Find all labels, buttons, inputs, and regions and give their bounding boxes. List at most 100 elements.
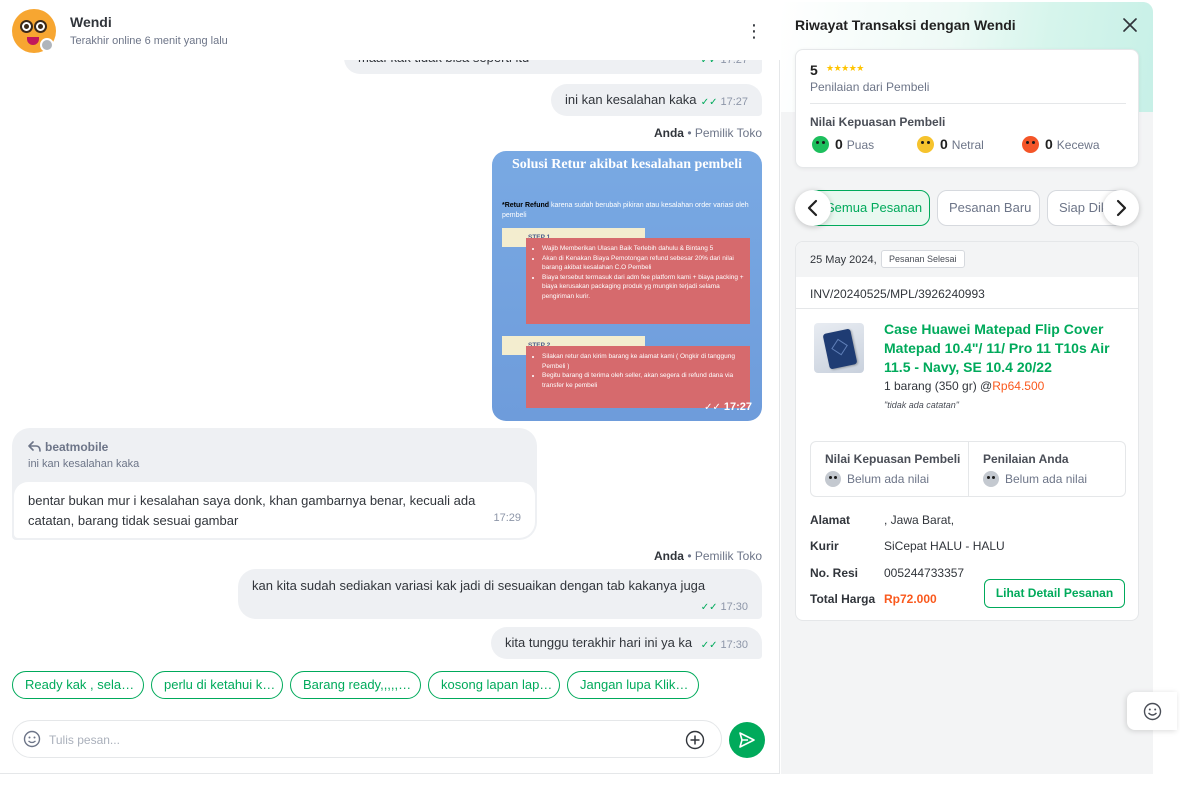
divider: [796, 308, 1138, 309]
sender-label: Anda • Pemilik Toko: [654, 549, 762, 563]
image-message[interactable]: Solusi Retur akibat kesalahan pembeli *R…: [492, 151, 762, 421]
order-date: 25 May 2024,: [810, 254, 877, 266]
happy-face-icon: [812, 136, 829, 153]
message-text: bentar bukan mur i kesalahan saya donk, …: [28, 493, 476, 528]
smiley-icon: [1143, 702, 1162, 721]
message-bubble: ini kan kesalahan kaka ✓✓ 17:27: [551, 84, 762, 116]
panel-title: Riwayat Transaksi dengan Wendi: [795, 17, 1016, 33]
message-time: 17:30: [720, 639, 748, 651]
empty-rating-icon: [983, 471, 999, 487]
offline-status-dot: [40, 38, 54, 52]
address-value: , Jawa Barat,: [884, 513, 955, 527]
order-card: 25 May 2024, Pesanan Selesai INV/2024052…: [795, 241, 1139, 621]
order-status-badge: Pesanan Selesai: [881, 250, 965, 268]
sender-label: Anda • Pemilik Toko: [654, 126, 762, 140]
step2-item: Silakan retur dan kirim barang ke alamat…: [542, 352, 744, 371]
send-button[interactable]: [729, 722, 765, 758]
attach-plus-icon[interactable]: [685, 730, 705, 750]
step1-item: Biaya tersebut termasuk dari adm fee pla…: [542, 273, 744, 302]
read-tick-icon: ✓✓: [704, 402, 721, 413]
satisfaction-kecewa: 0 Kecewa: [1022, 135, 1100, 153]
message-bubble: kita tunggu terakhir hari ini ya ka ✓✓ 17…: [491, 627, 762, 659]
image-intro: *Retur Refund karena sudah berubah pikir…: [502, 201, 752, 221]
quoted-name: beatmobile: [45, 440, 109, 454]
avatar-eye: [34, 20, 47, 33]
contact-name[interactable]: Wendi: [70, 14, 112, 30]
quoted-message[interactable]: beatmobile ini kan kesalahan kaka: [28, 440, 139, 470]
step1-item: Wajib Memberikan Ulasan Baik Terlebih da…: [542, 244, 744, 254]
avatar-mouth: [27, 37, 39, 45]
image-intro-bold: *Retur Refund: [502, 202, 550, 209]
sender-role: • Pemilik Toko: [687, 126, 762, 140]
rating-label: Penilaian dari Pembeli: [810, 80, 930, 94]
contact-status: Terakhir online 6 menit yang lalu: [70, 35, 228, 47]
product-thumbnail[interactable]: [814, 323, 864, 373]
invoice-number[interactable]: INV/20240525/MPL/3926240993: [810, 287, 985, 301]
tabs-next-button[interactable]: [1103, 190, 1139, 226]
unit-price: Rp64.500: [992, 379, 1045, 393]
image-time: 17:27: [723, 401, 752, 413]
message-time: 17:29: [493, 512, 521, 524]
tab-pesanan-baru[interactable]: Pesanan Baru: [937, 190, 1040, 226]
close-icon[interactable]: [1121, 16, 1139, 34]
message-text: kan kita sudah sediakan variasi kak jadi…: [252, 578, 706, 593]
seller-rating: Penilaian Anda Belum ada nilai: [968, 442, 1126, 496]
seller-rating-text: Belum ada nilai: [1005, 472, 1088, 486]
chat-pane: maaf kak tidak bisa seperti itu ✓✓17:27 …: [0, 0, 780, 774]
address-label: Alamat: [810, 513, 851, 527]
message-text: ini kan kesalahan kaka: [565, 92, 697, 107]
chevron-right-icon: [1116, 199, 1127, 217]
sad-face-icon: [1022, 136, 1039, 153]
message-time: 17:27: [720, 96, 748, 108]
read-tick-icon: ✓✓: [700, 640, 718, 651]
qty-text: 1 barang (350 gr) @: [884, 379, 993, 393]
sender-role: • Pemilik Toko: [687, 549, 762, 563]
message-bubble: kan kita sudah sediakan variasi kak jadi…: [238, 569, 762, 619]
order-filter-tabs: Semua Pesanan Pesanan Baru Siap Dikirim: [795, 190, 1139, 226]
quoted-sender: beatmobile: [28, 440, 139, 454]
courier-label: Kurir: [810, 539, 839, 553]
star-rating-icon: ★★★★★: [826, 63, 864, 73]
rating-score: 5: [810, 62, 818, 78]
message-list[interactable]: maaf kak tidak bisa seperti itu ✓✓17:27 …: [0, 0, 780, 665]
sender-name: Anda: [653, 126, 684, 140]
buyer-satisfaction-value: Belum ada nilai: [825, 471, 969, 487]
incoming-reply-bubble: beatmobile ini kan kesalahan kaka bentar…: [12, 428, 537, 540]
message-composer: [12, 720, 722, 758]
step1-box: Wajib Memberikan Ulasan Baik Terlebih da…: [526, 238, 750, 324]
chevron-left-icon: [807, 199, 818, 217]
message-time: 17:30: [720, 601, 748, 613]
chat-header: Wendi Terakhir online 6 menit yang lalu …: [0, 0, 780, 60]
app-root: maaf kak tidak bisa seperti itu ✓✓17:27 …: [0, 0, 1180, 786]
message-time: ✓✓ 17:27: [704, 401, 752, 413]
seller-rating-value: Belum ada nilai: [983, 471, 1126, 487]
floating-emoji-button[interactable]: [1127, 692, 1177, 730]
review-summary: Nilai Kepuasan Pembeli Belum ada nilai P…: [810, 441, 1126, 497]
avatar-eye: [20, 20, 33, 33]
product-image-tablet: [822, 328, 858, 370]
neutral-face-icon: [917, 136, 934, 153]
buyer-satisfaction: Nilai Kepuasan Pembeli Belum ada nilai: [811, 442, 969, 496]
product-name[interactable]: Case Huawei Matepad Flip Cover Matepad 1…: [884, 320, 1134, 377]
buyer-satisfaction-title: Nilai Kepuasan Pembeli: [825, 452, 961, 466]
netral-label: Netral: [951, 138, 984, 152]
satisfaction-title: Nilai Kepuasan Pembeli: [810, 115, 946, 129]
send-icon: [739, 732, 755, 748]
tabs-prev-button[interactable]: [795, 190, 831, 226]
more-menu-icon[interactable]: ⋮: [744, 20, 764, 42]
satisfaction-puas: 0 Puas: [812, 135, 874, 153]
awb-value: 005244733357: [884, 566, 965, 580]
divider: [810, 103, 1126, 104]
message-input[interactable]: [49, 730, 669, 750]
quick-reply-chip[interactable]: Ready kak , sela…: [12, 671, 144, 699]
sticker-icon[interactable]: [23, 730, 41, 748]
quick-reply-chip[interactable]: Barang ready,,,,,…: [290, 671, 421, 699]
quick-reply-chip[interactable]: Jangan lupa Klik…: [567, 671, 699, 699]
sender-name: Anda: [653, 549, 684, 563]
quick-reply-chip[interactable]: perlu di ketahui k…: [151, 671, 283, 699]
puas-count: 0: [835, 136, 843, 152]
quick-reply-chip[interactable]: kosong lapan lap…: [428, 671, 560, 699]
buyer-rating-card: 5 ★★★★★ Penilaian dari Pembeli Nilai Kep…: [795, 49, 1139, 168]
step2-box: Silakan retur dan kirim barang ke alamat…: [526, 346, 750, 408]
view-order-detail-button[interactable]: Lihat Detail Pesanan: [984, 579, 1125, 608]
